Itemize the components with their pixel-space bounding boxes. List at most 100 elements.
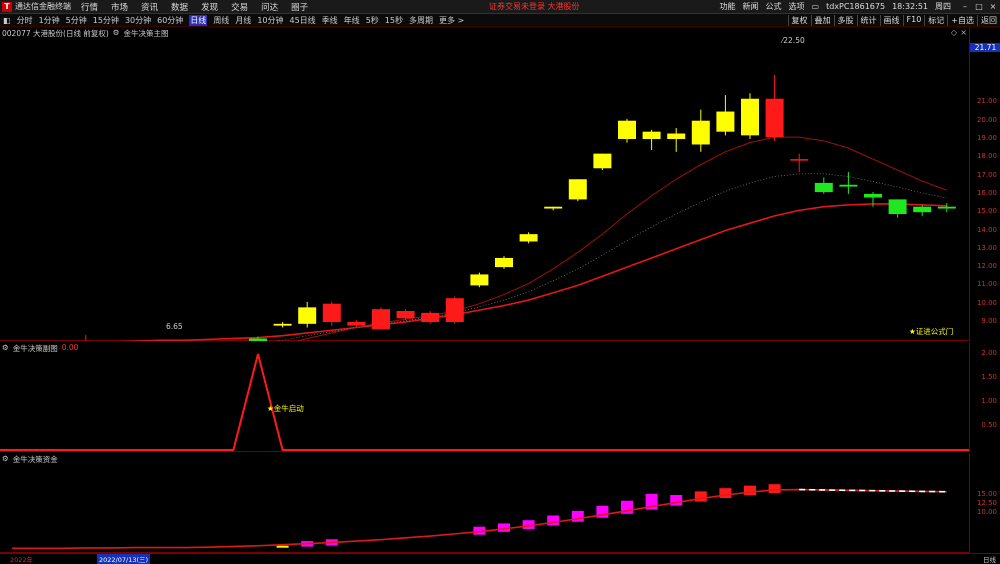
candle-body: [421, 312, 440, 322]
menu-ask[interactable]: 问达: [261, 1, 278, 13]
money-tick: 15.00: [976, 490, 997, 498]
money-tick: 10.00: [976, 508, 997, 516]
money-bar: [276, 545, 289, 548]
period-2[interactable]: 5分钟: [66, 15, 87, 26]
close-icon[interactable]: ×: [986, 2, 1000, 11]
menu-function[interactable]: 功能: [720, 1, 736, 12]
formula-link[interactable]: ★证进公式门: [909, 326, 953, 337]
period-6[interactable]: 日线: [189, 14, 208, 26]
main-chart-panel[interactable]: 002077 大港股份(日线 前复权) ⚙ 金牛决策主图 ◇ × ⁄22.50 …: [0, 27, 969, 341]
candle-body: [372, 309, 390, 330]
tool-0[interactable]: 复权: [787, 14, 811, 26]
tool-2[interactable]: 多股: [833, 14, 857, 26]
period-8[interactable]: 月线: [235, 15, 251, 26]
candle-body: [347, 322, 366, 326]
candle-body: [445, 298, 464, 322]
ma-mid-line: [274, 173, 947, 341]
money-line: [12, 488, 947, 550]
candle-body: [593, 153, 612, 169]
price-tick: 13.00: [976, 243, 997, 252]
sub-chart-panel[interactable]: ⚙ 金牛决策副图 0.00 ★金牛启动: [0, 342, 969, 452]
period-9[interactable]: 10分钟: [257, 15, 283, 26]
money-chart-panel[interactable]: ⚙ 金牛决策资金: [0, 453, 969, 553]
candlestick-chart: [85, 74, 956, 341]
candle-body: [322, 303, 341, 322]
minimize-icon[interactable]: –: [958, 2, 972, 11]
menu-quotes[interactable]: 行情: [81, 1, 98, 13]
candle-body: [396, 311, 415, 319]
menu-options[interactable]: 选项: [789, 1, 805, 12]
money-line-dashed: [799, 488, 947, 493]
candle-body: [544, 206, 563, 209]
cursor-date: 2022/07/13(三): [97, 554, 151, 564]
candle-body: [839, 184, 858, 187]
period-11[interactable]: 季线: [322, 15, 338, 26]
maximize-icon[interactable]: □: [972, 2, 986, 11]
sub-tick: 0.50: [981, 421, 997, 429]
candle-body: [691, 120, 710, 145]
monitor-icon[interactable]: ▭: [812, 2, 820, 11]
period-4[interactable]: 30分钟: [125, 15, 151, 26]
menu-trade[interactable]: 交易: [231, 1, 248, 13]
main-price-axis: 21.71 21.00 20.00 19.00 18.00 17.00 16.00 15.0…: [969, 27, 1000, 341]
menu-news-right[interactable]: 新闻: [743, 1, 759, 12]
price-tick: 20.00: [976, 115, 997, 124]
signal-label: ★金牛启动: [267, 404, 304, 413]
period-0[interactable]: 分时: [17, 15, 33, 26]
high-price-label: ⁄22.50: [782, 36, 805, 45]
price-tick: 12.00: [976, 262, 997, 271]
menu-discover[interactable]: 发现: [201, 1, 218, 13]
tool-4[interactable]: 画线: [879, 14, 903, 26]
tool-7[interactable]: +自选: [947, 14, 977, 26]
ma-long-line: [119, 203, 947, 341]
period-12[interactable]: 年线: [344, 15, 360, 26]
price-tick: 17.00: [976, 170, 997, 179]
candle-body: [273, 323, 292, 326]
period-5[interactable]: 60分钟: [157, 15, 183, 26]
period-14[interactable]: 15秒: [385, 15, 403, 26]
app-name: 通达信金融终端: [15, 2, 71, 11]
candle-body: [814, 182, 833, 193]
tool-3[interactable]: 统计: [856, 14, 880, 26]
signal-chart: [0, 353, 969, 451]
tool-1[interactable]: 叠加: [810, 14, 834, 26]
money-axis: 15.00 12.50 10.00: [969, 453, 1000, 553]
menu-formula[interactable]: 公式: [766, 1, 782, 12]
menu-news[interactable]: 资讯: [141, 1, 158, 13]
right-tools: 复权 叠加 多股 统计 画线 F10 标记 +自选 返回: [787, 14, 1000, 26]
sub-tick: 1.00: [981, 397, 997, 405]
period-13[interactable]: 5秒: [366, 15, 379, 26]
period-10[interactable]: 45日线: [290, 15, 316, 26]
menu-circle[interactable]: 圈子: [291, 1, 308, 13]
period-label: 日线: [983, 556, 996, 564]
menu-market[interactable]: 市场: [111, 1, 128, 13]
tool-8[interactable]: 返回: [977, 14, 1000, 26]
weekday: 周四: [935, 2, 951, 11]
period-16[interactable]: 更多 >: [439, 15, 464, 26]
sub-tick: 2.00: [981, 349, 997, 357]
toolbar-toggle-icon[interactable]: ◧: [3, 16, 11, 25]
tool-5[interactable]: F10: [902, 14, 925, 26]
period-3[interactable]: 15分钟: [93, 15, 119, 26]
period-7[interactable]: 周线: [213, 15, 229, 26]
tool-6[interactable]: 标记: [924, 14, 947, 26]
period-15[interactable]: 多周期: [409, 15, 433, 26]
money-bar: [744, 485, 756, 496]
price-tick: 18.00: [976, 152, 997, 161]
candle-body: [864, 193, 882, 198]
money-bar: [719, 488, 732, 498]
login-status[interactable]: 证券交易未登录 大港股份: [489, 1, 580, 12]
period-1[interactable]: 1分钟: [39, 15, 60, 26]
candle-body: [888, 199, 907, 215]
price-tick: 11.00: [976, 280, 997, 289]
price-tick: 10.00: [976, 298, 997, 307]
account-id: tdxPC1861675: [826, 2, 886, 11]
menu-data[interactable]: 数据: [171, 1, 188, 13]
candle-body: [618, 120, 636, 139]
period-toolbar: ◧ 分时 1分钟 5分钟 15分钟 30分钟 60分钟 日线 周线 月线 10分钟 45日线 季线 年线…: [0, 14, 1000, 27]
period-list: 分时 1分钟 5分钟 15分钟 30分钟 60分钟 日线 周线 月线 10分钟 45日线 季线 年线 5秒…: [14, 14, 468, 26]
candle-body: [568, 179, 587, 200]
candle-body: [937, 206, 956, 209]
time-axis: 2022年 2022/07/13(三) 日线: [0, 553, 1000, 564]
money-bar: [547, 515, 560, 526]
